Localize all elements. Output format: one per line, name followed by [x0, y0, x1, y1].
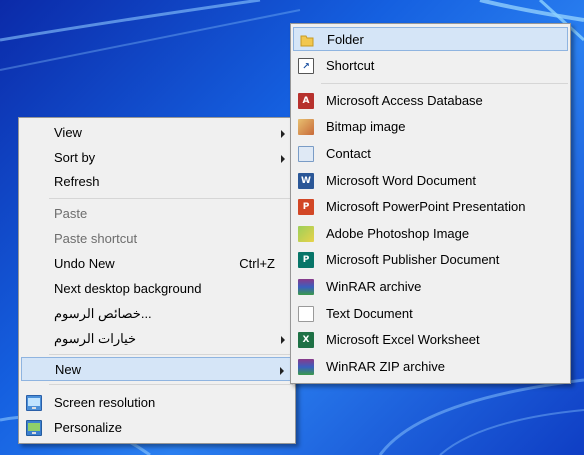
new-item-bitmap-image[interactable]: Bitmap image	[293, 115, 568, 139]
menu-separator	[49, 354, 293, 355]
menu-item-refresh[interactable]: Refresh	[21, 170, 293, 194]
menu-item-label: Sort by	[54, 150, 96, 165]
access-icon: A	[298, 93, 314, 109]
new-item-winrar-zip-archive[interactable]: WinRAR ZIP archive	[293, 355, 568, 379]
submenu-arrow-icon	[280, 367, 284, 375]
menu-item-label: Microsoft PowerPoint Presentation	[326, 199, 526, 214]
menu-item-label: Text Document	[326, 306, 413, 321]
menu-item-label: Contact	[326, 146, 371, 161]
menu-item-label: ...خصائص الرسوم	[54, 306, 152, 321]
text-document-icon	[298, 306, 314, 322]
folder-icon	[299, 32, 315, 48]
menu-item-screen-resolution[interactable]: Screen resolution	[21, 391, 293, 415]
new-item-access-database[interactable]: A Microsoft Access Database	[293, 89, 568, 113]
shortcut-icon: ↗	[298, 58, 314, 74]
screen-resolution-icon	[26, 395, 42, 411]
menu-item-new[interactable]: New	[21, 357, 293, 381]
menu-item-label: New	[55, 362, 82, 377]
new-item-contact[interactable]: Contact	[293, 142, 568, 166]
menu-item-label: خيارات الرسوم	[54, 331, 137, 346]
personalize-icon	[26, 420, 42, 436]
menu-item-paste-shortcut[interactable]: Paste shortcut	[21, 227, 293, 251]
menu-item-undo-new[interactable]: Undo New Ctrl+Z	[21, 252, 293, 276]
new-item-winrar-archive[interactable]: WinRAR archive	[293, 275, 568, 299]
menu-item-view[interactable]: View	[21, 121, 293, 145]
publisher-icon: P	[298, 252, 314, 268]
new-item-excel-worksheet[interactable]: X Microsoft Excel Worksheet	[293, 328, 568, 352]
photoshop-icon	[298, 226, 314, 242]
menu-item-label: Screen resolution	[54, 395, 156, 410]
menu-item-graphics-options[interactable]: خيارات الرسوم	[21, 327, 293, 351]
menu-item-label: Undo New	[54, 256, 115, 271]
menu-item-paste[interactable]: Paste	[21, 202, 293, 226]
new-item-word-document[interactable]: W Microsoft Word Document	[293, 169, 568, 193]
menu-item-label: View	[54, 125, 82, 140]
powerpoint-icon: P	[298, 199, 314, 215]
new-item-photoshop-image[interactable]: Adobe Photoshop Image	[293, 222, 568, 246]
submenu-arrow-icon	[281, 336, 285, 344]
excel-icon: X	[298, 332, 314, 348]
menu-item-next-desktop-background[interactable]: Next desktop background	[21, 277, 293, 301]
menu-item-label: Microsoft Publisher Document	[326, 252, 500, 267]
desktop-context-menu: View Sort by Refresh Paste Paste shortcu…	[18, 117, 296, 444]
menu-item-label: Microsoft Word Document	[326, 173, 477, 188]
menu-separator	[49, 198, 293, 199]
contact-icon	[298, 146, 314, 162]
menu-item-personalize[interactable]: Personalize	[21, 416, 293, 440]
menu-item-shortcut: Ctrl+Z	[239, 256, 275, 271]
submenu-arrow-icon	[281, 155, 285, 163]
new-item-text-document[interactable]: Text Document	[293, 302, 568, 326]
menu-separator	[49, 384, 293, 385]
submenu-arrow-icon	[281, 130, 285, 138]
menu-separator	[321, 83, 568, 84]
new-item-publisher-document[interactable]: P Microsoft Publisher Document	[293, 248, 568, 272]
menu-item-label: Paste	[54, 206, 88, 221]
new-submenu: Folder ↗ Shortcut A Microsoft Access Dat…	[290, 23, 571, 384]
menu-item-sort-by[interactable]: Sort by	[21, 146, 293, 170]
new-item-shortcut[interactable]: ↗ Shortcut	[293, 54, 568, 78]
new-item-powerpoint-presentation[interactable]: P Microsoft PowerPoint Presentation	[293, 195, 568, 219]
menu-item-label: Paste shortcut	[54, 231, 138, 246]
menu-item-graphics-properties[interactable]: ...خصائص الرسوم	[21, 302, 293, 326]
winrar-icon	[298, 279, 314, 295]
bitmap-icon	[298, 119, 314, 135]
menu-item-label: Shortcut	[326, 58, 375, 73]
menu-item-label: WinRAR ZIP archive	[326, 359, 445, 374]
new-item-folder[interactable]: Folder	[293, 27, 568, 51]
word-icon: W	[298, 173, 314, 189]
menu-item-label: Microsoft Access Database	[326, 93, 483, 108]
menu-item-label: Bitmap image	[326, 119, 406, 134]
menu-item-label: Folder	[327, 32, 364, 47]
winrar-zip-icon	[298, 359, 314, 375]
menu-item-label: Next desktop background	[54, 281, 202, 296]
menu-item-label: WinRAR archive	[326, 279, 422, 294]
menu-item-label: Refresh	[54, 174, 100, 189]
menu-item-label: Microsoft Excel Worksheet	[326, 332, 480, 347]
menu-item-label: Personalize	[54, 420, 122, 435]
menu-item-label: Adobe Photoshop Image	[326, 226, 470, 241]
